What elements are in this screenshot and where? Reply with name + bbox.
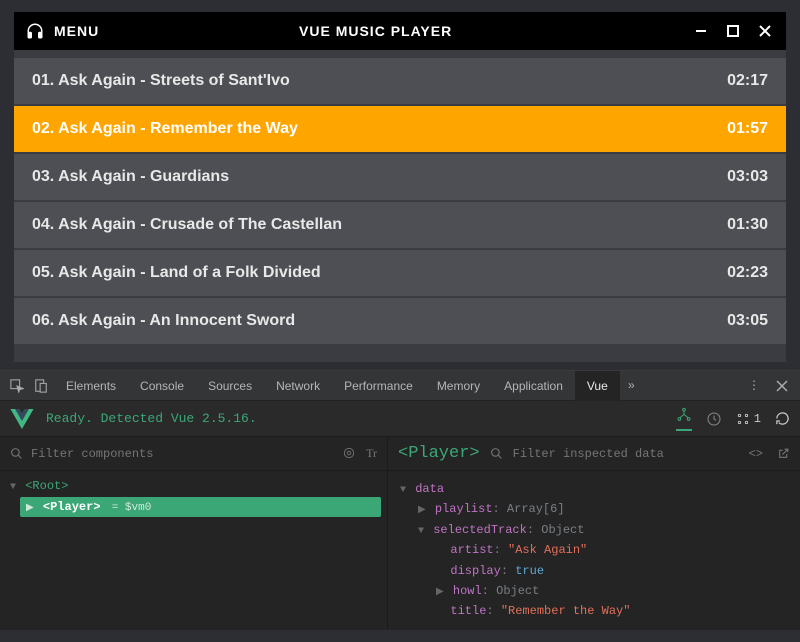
- playlist-track[interactable]: 03. Ask Again - Guardians 03:03: [14, 154, 786, 200]
- search-icon: [490, 447, 503, 460]
- devtools-tab-application[interactable]: Application: [492, 371, 575, 401]
- prop-row[interactable]: display: true: [400, 561, 788, 581]
- devtools-panel: ElementsConsoleSourcesNetworkPerformance…: [0, 370, 800, 630]
- components-tab-icon[interactable]: [676, 407, 692, 431]
- caret-down-icon: ▼: [10, 482, 16, 493]
- inspector-title: <Player>: [398, 444, 480, 463]
- prop-row[interactable]: ▶ playlist: Array[6]: [400, 499, 788, 519]
- device-toggle-icon[interactable]: [30, 375, 52, 397]
- devtools-tab-sources[interactable]: Sources: [196, 371, 264, 401]
- inspector-header: <Player> <>: [388, 437, 800, 471]
- close-button[interactable]: [756, 22, 774, 40]
- minimize-button[interactable]: [692, 22, 710, 40]
- devtools-tab-network[interactable]: Network: [264, 371, 332, 401]
- track-title: 01. Ask Again - Streets of Sant'Ivo: [32, 72, 290, 90]
- devtools-tab-console[interactable]: Console: [128, 371, 196, 401]
- playlist-track[interactable]: 05. Ask Again - Land of a Folk Divided 02…: [14, 250, 786, 296]
- vue-logo-icon: [10, 409, 34, 429]
- prop-row[interactable]: ▶ howl: Object: [400, 581, 788, 601]
- devtools-tab-vue[interactable]: Vue: [575, 371, 620, 401]
- app-title: VUE MUSIC PLAYER: [99, 23, 692, 39]
- prop-row[interactable]: artist: "Ask Again": [400, 540, 788, 560]
- inspector-body: ▼ data ▶ playlist: Array[6] ▼ selectedTr…: [388, 471, 800, 630]
- headphones-icon: [26, 22, 44, 40]
- track-duration: 02:17: [727, 72, 768, 90]
- track-title: 06. Ask Again - An Innocent Sword: [32, 312, 295, 330]
- track-title: 02. Ask Again - Remember the Way: [32, 120, 298, 138]
- playlist-track[interactable]: 01. Ask Again - Streets of Sant'Ivo 02:17: [14, 58, 786, 104]
- target-icon[interactable]: [342, 446, 356, 461]
- window-controls: [692, 22, 774, 40]
- devtools-tabbar: ElementsConsoleSourcesNetworkPerformance…: [0, 371, 800, 401]
- player-tag: <Player>: [43, 500, 101, 514]
- data-section[interactable]: ▼ data: [400, 479, 788, 499]
- track-duration: 01:30: [727, 216, 768, 234]
- refresh-icon[interactable]: [775, 411, 790, 426]
- devtools-tab-elements[interactable]: Elements: [54, 371, 128, 401]
- track-title: 03. Ask Again - Guardians: [32, 168, 229, 186]
- events-count: 1: [754, 412, 761, 426]
- vuex-tab-icon[interactable]: [706, 411, 722, 427]
- track-title: 04. Ask Again - Crusade of The Castellan: [32, 216, 342, 234]
- track-title: 05. Ask Again - Land of a Folk Divided: [32, 264, 321, 282]
- format-icon[interactable]: Tr: [366, 446, 377, 461]
- track-duration: 03:05: [727, 312, 768, 330]
- inspect-element-icon[interactable]: [6, 375, 28, 397]
- component-tree-pane: Tr ▼ <Root> ▶ <Player> = $vm0: [0, 437, 388, 630]
- code-icon[interactable]: <>: [749, 447, 763, 461]
- titlebar: MENU VUE MUSIC PLAYER: [14, 12, 786, 50]
- maximize-button[interactable]: [724, 22, 742, 40]
- track-duration: 03:03: [727, 168, 768, 186]
- playlist-track[interactable]: 04. Ask Again - Crusade of The Castellan…: [14, 202, 786, 248]
- filter-inspected-input[interactable]: [513, 447, 739, 461]
- playlist-track[interactable]: 06. Ask Again - An Innocent Sword 03:05: [14, 298, 786, 344]
- search-icon: [10, 447, 23, 460]
- devtools-menu-icon[interactable]: ⋮: [740, 378, 768, 393]
- events-tab-icon[interactable]: 1: [736, 412, 761, 426]
- filter-components-input[interactable]: [31, 447, 334, 461]
- tree-player-node[interactable]: ▶ <Player> = $vm0: [20, 497, 381, 517]
- vue-status-text: Ready. Detected Vue 2.5.16.: [46, 411, 257, 426]
- devtools-close-icon[interactable]: [770, 380, 794, 392]
- filter-components-bar: Tr: [0, 437, 387, 471]
- root-tag: <Root>: [25, 479, 68, 493]
- music-player-window: MENU VUE MUSIC PLAYER 01. Ask Again - St…: [14, 12, 786, 362]
- track-duration: 01:57: [727, 120, 768, 138]
- playlist-track[interactable]: 02. Ask Again - Remember the Way 01:57: [14, 106, 786, 152]
- track-duration: 02:23: [727, 264, 768, 282]
- vm-ref: = $vm0: [112, 502, 152, 514]
- more-tabs-icon[interactable]: »: [622, 379, 641, 393]
- playlist: 01. Ask Again - Streets of Sant'Ivo 02:17…: [14, 50, 786, 362]
- open-external-icon[interactable]: [777, 447, 790, 461]
- menu-button[interactable]: MENU: [54, 23, 99, 39]
- prop-row[interactable]: ▼ selectedTrack: Object: [400, 520, 788, 540]
- prop-row[interactable]: title: "Remember the Way": [400, 601, 788, 621]
- caret-right-icon: ▶: [26, 503, 34, 514]
- devtools-tab-memory[interactable]: Memory: [425, 371, 492, 401]
- inspector-pane: <Player> <> ▼ data ▶ playlist: Array[6] …: [388, 437, 800, 630]
- component-tree: ▼ <Root> ▶ <Player> = $vm0: [0, 471, 387, 523]
- tree-root-node[interactable]: ▼ <Root>: [6, 477, 381, 495]
- devtools-tab-performance[interactable]: Performance: [332, 371, 425, 401]
- vue-devtools-toolbar: Ready. Detected Vue 2.5.16. 1: [0, 401, 800, 437]
